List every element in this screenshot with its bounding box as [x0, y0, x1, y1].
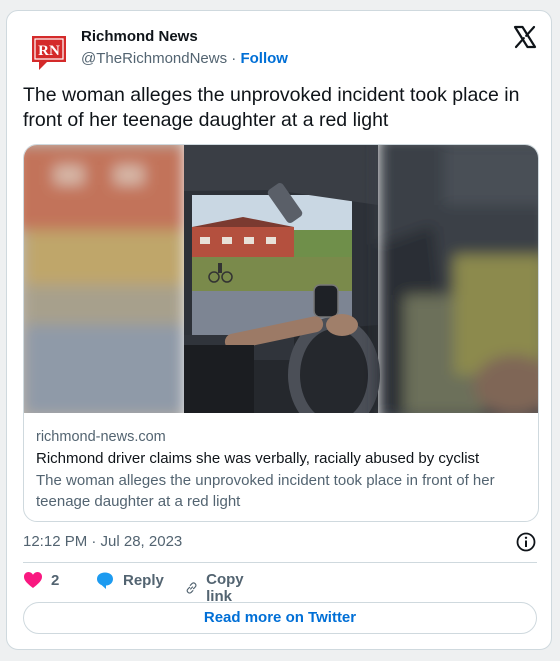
copy-link-button[interactable]: Copy link [185, 571, 251, 605]
link-headline[interactable]: Richmond driver claims she was verbally,… [36, 450, 526, 467]
info-icon[interactable] [515, 531, 537, 553]
x-logo-icon[interactable] [513, 25, 537, 49]
heart-icon [24, 572, 42, 588]
link-preview-info: richmond-news.com Richmond driver claims… [36, 429, 526, 512]
link-description: The woman alleges the unprovoked inciden… [36, 472, 495, 510]
link-preview-card[interactable]: richmond-news.com Richmond driver claims… [23, 144, 539, 522]
separator-dot: · [231, 50, 237, 67]
link-icon [186, 582, 197, 594]
tweet-text: The woman alleges the unprovoked inciden… [23, 84, 520, 131]
author-name[interactable]: Richmond News [81, 28, 198, 45]
reply-label: Reply [123, 572, 164, 589]
divider [23, 562, 537, 563]
reply-bubble-icon [97, 572, 113, 589]
like-action[interactable]: 2 [23, 571, 59, 589]
author-handle-row: @TheRichmondNews · Follow [81, 50, 288, 67]
link-domain: richmond-news.com [36, 429, 166, 445]
link-preview-image[interactable] [24, 145, 539, 413]
reply-button[interactable]: Reply [95, 571, 164, 590]
richmond-news-logo[interactable]: RN [29, 33, 69, 73]
logo-text: RN [38, 43, 60, 59]
author-handle[interactable]: @TheRichmondNews [81, 50, 227, 67]
copy-link-label: Copy link [206, 571, 244, 605]
tweet-timestamp[interactable]: 12:12 PM · Jul 28, 2023 [23, 533, 182, 550]
tweet-card: RN Richmond News @TheRichmondNews · Foll… [6, 10, 552, 650]
read-more-button[interactable]: Read more on Twitter [23, 602, 537, 634]
like-count: 2 [51, 571, 60, 589]
follow-button[interactable]: Follow [240, 50, 288, 67]
